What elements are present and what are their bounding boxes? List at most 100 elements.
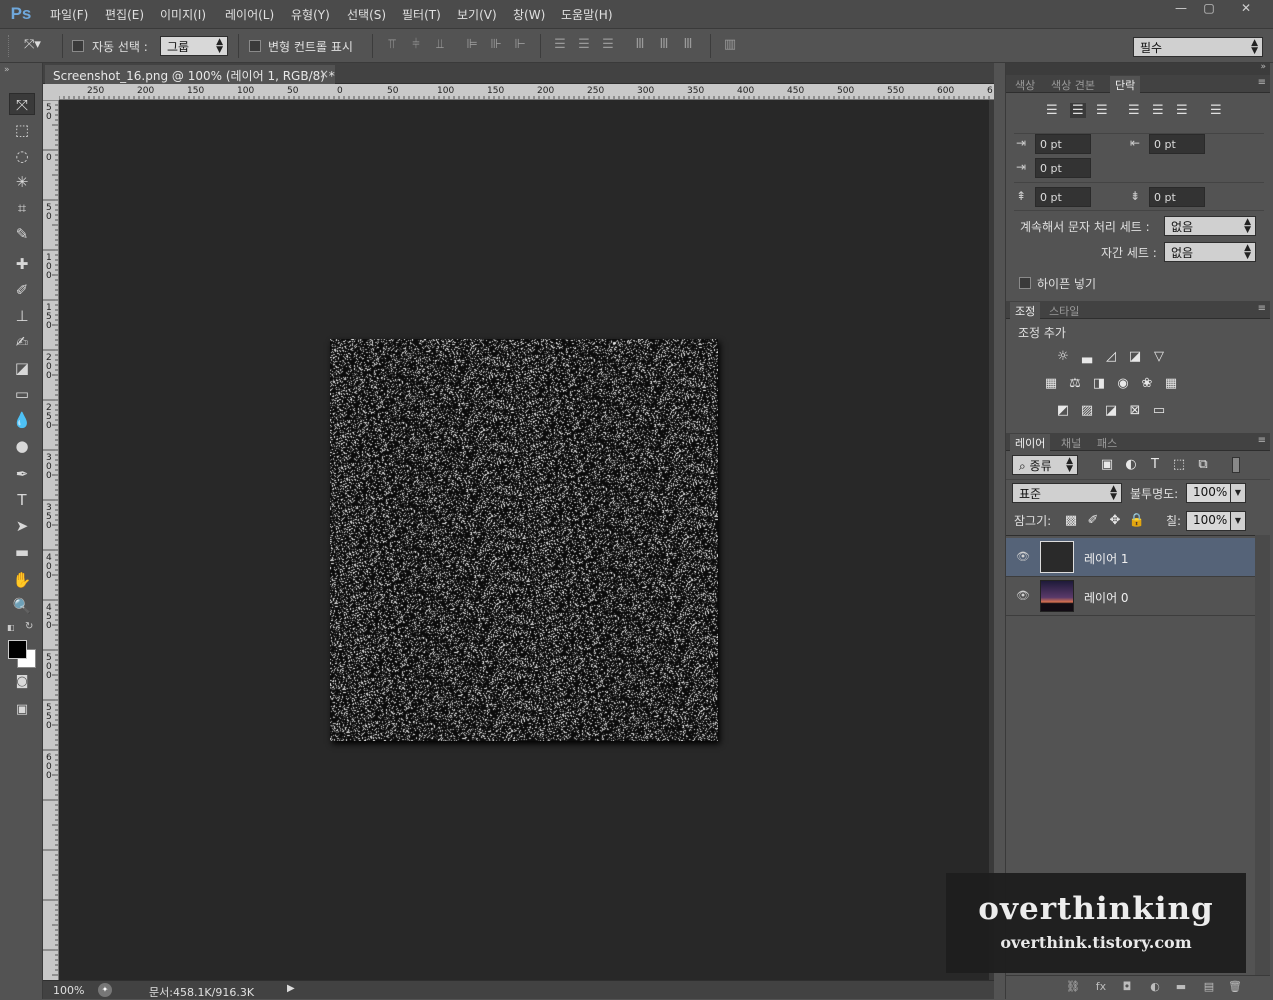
layer-effects-icon[interactable]: fx: [1092, 980, 1110, 996]
align-right-text-icon[interactable]: ☰: [1096, 103, 1108, 118]
menu-filter[interactable]: 필터(T): [402, 6, 441, 23]
layer-filter-dropdown[interactable]: ⌕ 종류 ▲ ▼: [1012, 455, 1078, 475]
opacity-arrow-icon[interactable]: ▼: [1230, 483, 1246, 503]
delete-layer-icon[interactable]: 🗑: [1226, 980, 1244, 996]
menu-file[interactable]: 파일(F): [50, 6, 88, 23]
menu-window[interactable]: 창(W): [513, 6, 545, 23]
grip-handle[interactable]: [8, 35, 12, 57]
visibility-eye-icon[interactable]: 👁: [1016, 550, 1030, 563]
lasso-tool-icon[interactable]: ◌: [9, 145, 35, 167]
tab-channels[interactable]: 채널: [1056, 434, 1086, 451]
vibrance-icon[interactable]: ▽: [1150, 349, 1168, 365]
zoom-tool-icon[interactable]: 🔍: [9, 595, 35, 617]
distribute-bottom-icon[interactable]: ☰: [600, 37, 616, 53]
screen-mode-icon[interactable]: ▣: [9, 699, 35, 721]
justify-center-icon[interactable]: ☰: [1152, 103, 1164, 118]
invert-icon[interactable]: ◩: [1054, 403, 1072, 419]
crop-tool-icon[interactable]: ⌗: [9, 197, 35, 219]
path-select-icon[interactable]: ➤: [9, 515, 35, 537]
filter-smart-object-icon[interactable]: ⧉: [1194, 457, 1212, 473]
magic-wand-icon[interactable]: ✳: [9, 171, 35, 193]
menu-type[interactable]: 유형(Y): [291, 6, 330, 23]
marquee-tool-icon[interactable]: ⬚: [9, 119, 35, 141]
new-adjustment-layer-icon[interactable]: ◐: [1146, 980, 1164, 996]
indent-right-field[interactable]: 0 pt: [1149, 134, 1205, 154]
distribute-right-icon[interactable]: Ⅲ: [680, 37, 696, 53]
lock-image-icon[interactable]: ✐: [1084, 513, 1102, 529]
brush-tool-icon[interactable]: ✐: [9, 279, 35, 301]
layers-scrollbar[interactable]: [1255, 535, 1270, 975]
panel-menu-icon[interactable]: ≡: [1258, 303, 1266, 314]
add-mask-icon[interactable]: ◘: [1118, 980, 1136, 996]
mojikumi-dropdown[interactable]: 없음 ▲ ▼: [1164, 242, 1256, 262]
blend-mode-dropdown[interactable]: 표준 ▲ ▼: [1012, 483, 1122, 503]
posterize-icon[interactable]: ▨: [1078, 403, 1096, 419]
pen-tool-icon[interactable]: ✒: [9, 463, 35, 485]
auto-select-checkbox[interactable]: [72, 40, 84, 52]
tab-swatches[interactable]: 색상 견본: [1046, 76, 1100, 93]
levels-icon[interactable]: ▃: [1078, 349, 1096, 365]
collapse-icon[interactable]: »: [4, 65, 10, 75]
status-menu-arrow-icon[interactable]: ▶: [287, 983, 295, 994]
close-tab-icon[interactable]: ×: [319, 67, 329, 81]
curves-icon[interactable]: ◿: [1102, 349, 1120, 365]
filter-shape-icon[interactable]: ⬚: [1170, 457, 1188, 473]
type-tool-icon[interactable]: T: [9, 489, 35, 511]
distribute-vcenter-icon[interactable]: ☰: [576, 37, 592, 53]
lock-all-icon[interactable]: 🔒: [1128, 513, 1146, 529]
blur-tool-icon[interactable]: 💧: [9, 409, 35, 431]
space-after-field[interactable]: 0 pt: [1149, 187, 1205, 207]
justify-left-icon[interactable]: ☰: [1128, 103, 1140, 118]
auto-select-dropdown[interactable]: 그룹 ▲ ▼: [160, 36, 228, 56]
eraser-icon[interactable]: ◪: [9, 357, 35, 379]
workspace-dropdown[interactable]: 필수 ▲ ▼: [1133, 37, 1263, 57]
close-button[interactable]: ✕: [1230, 0, 1262, 18]
menu-edit[interactable]: 편집(E): [105, 6, 144, 23]
distribute-top-icon[interactable]: ☰: [552, 37, 568, 53]
document-tab[interactable]: Screenshot_16.png @ 100% (레이어 1, RGB/8) …: [45, 65, 335, 84]
indent-first-line-field[interactable]: 0 pt: [1035, 158, 1091, 178]
lock-transparent-icon[interactable]: ▩: [1062, 513, 1080, 529]
tab-layers[interactable]: 레이어: [1010, 434, 1051, 451]
menu-select[interactable]: 선택(S): [347, 6, 386, 23]
hand-tool-icon[interactable]: ✋: [9, 569, 35, 591]
exposure-icon[interactable]: ◪: [1126, 349, 1144, 365]
panel-menu-icon[interactable]: ≡: [1258, 435, 1266, 446]
link-layers-icon[interactable]: ⛓: [1064, 980, 1082, 996]
color-balance-icon[interactable]: ⚖: [1066, 376, 1084, 392]
align-top-icon[interactable]: ⫪: [384, 37, 400, 53]
horizontal-ruler[interactable]: 250 200 150 100 50 0 50 100 150 200 250 300 350 400 45…: [59, 84, 994, 100]
align-center-text-icon[interactable]: ☰: [1070, 103, 1086, 118]
quick-mask-icon[interactable]: ◙: [9, 671, 35, 693]
foreground-color-swatch[interactable]: [8, 640, 27, 659]
panel-menu-icon[interactable]: ≡: [1258, 77, 1266, 88]
move-tool-icon[interactable]: ⤧: [9, 93, 35, 115]
align-right-icon[interactable]: ⊩: [512, 37, 528, 53]
channel-mixer-icon[interactable]: ❀: [1138, 376, 1156, 392]
black-white-icon[interactable]: ◨: [1090, 376, 1108, 392]
collapse-dock-icon[interactable]: »: [1260, 62, 1266, 72]
menu-view[interactable]: 보기(V): [457, 6, 497, 23]
filter-type-icon[interactable]: T: [1146, 457, 1164, 473]
transform-controls-checkbox[interactable]: [249, 40, 261, 52]
restore-button[interactable]: ▢: [1195, 0, 1223, 18]
vertical-ruler[interactable]: 50050100150200250300350400450500550600: [43, 100, 59, 980]
dodge-tool-icon[interactable]: ●: [9, 435, 35, 457]
default-colors-icon[interactable]: ◧: [7, 623, 15, 632]
hyphenate-checkbox[interactable]: [1019, 277, 1031, 289]
tab-styles[interactable]: 스타일: [1044, 302, 1084, 319]
canvas-view[interactable]: [59, 100, 989, 980]
align-left-text-icon[interactable]: ☰: [1046, 103, 1058, 118]
distribute-left-icon[interactable]: Ⅲ: [632, 37, 648, 53]
menu-layer[interactable]: 레이어(L): [225, 6, 274, 23]
share-icon[interactable]: ✦: [98, 983, 112, 997]
zoom-level[interactable]: 100%: [53, 984, 84, 997]
tab-adjustments[interactable]: 조정: [1010, 302, 1041, 319]
minimize-button[interactable]: —: [1167, 0, 1195, 18]
fill-arrow-icon[interactable]: ▼: [1230, 511, 1246, 531]
align-vcenter-icon[interactable]: ⫩: [408, 37, 424, 53]
new-layer-icon[interactable]: ▤: [1200, 980, 1218, 996]
brightness-contrast-icon[interactable]: ☼: [1054, 349, 1072, 365]
healing-brush-icon[interactable]: ✚: [9, 253, 35, 275]
hue-saturation-icon[interactable]: ▦: [1042, 376, 1060, 392]
